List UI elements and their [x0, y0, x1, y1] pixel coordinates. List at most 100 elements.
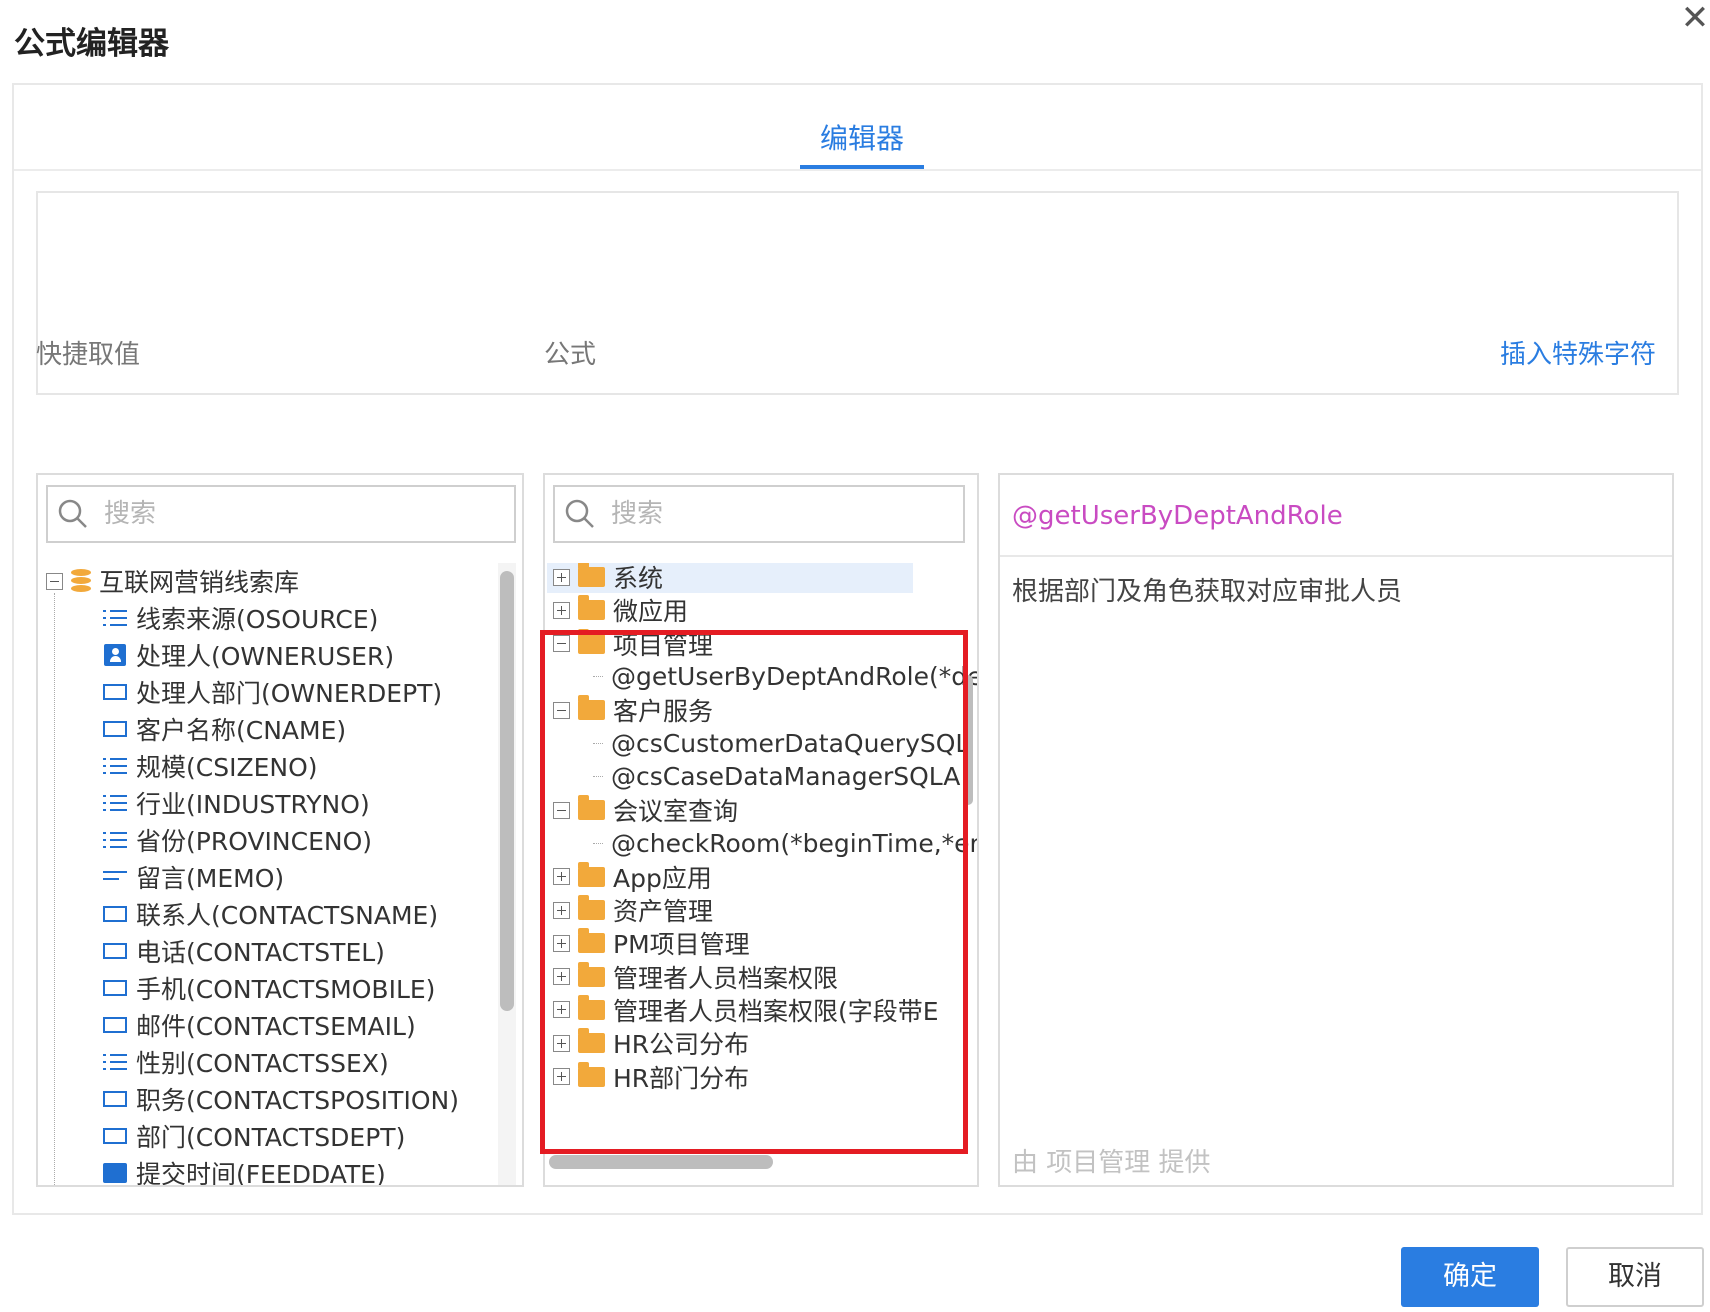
search-icon — [565, 499, 594, 528]
formula-function-label: @checkRoom(*beginTime,*en — [611, 828, 977, 858]
quick-field-item[interactable]: 留言(MEMO) — [102, 859, 284, 895]
formula-category-item[interactable]: PM项目管理 — [553, 925, 750, 961]
list-icon — [102, 793, 128, 813]
formula-label: 公式 — [544, 340, 597, 370]
search-icon — [58, 499, 87, 528]
quick-field-item[interactable]: 部门(CONTACTSDEPT) — [102, 1118, 405, 1154]
formula-category-label: 微应用 — [613, 597, 689, 627]
quick-scrollbar[interactable] — [500, 571, 514, 1011]
close-icon[interactable]: ✕ — [1680, 0, 1710, 36]
text-field-icon — [102, 941, 128, 961]
folder-icon — [578, 861, 605, 887]
formula-category-label: HR部门分布 — [613, 1063, 750, 1093]
text-field-icon — [102, 1126, 128, 1146]
formula-category-item[interactable]: 微应用 — [553, 592, 688, 628]
quick-field-item[interactable]: 处理人部门(OWNERDEPT) — [102, 674, 442, 710]
expand-icon[interactable] — [553, 601, 570, 619]
formula-h-scrollbar[interactable] — [549, 1155, 773, 1169]
formula-category-item[interactable]: App应用 — [553, 859, 712, 895]
quick-field-item[interactable]: 联系人(CONTACTSNAME) — [102, 896, 438, 932]
folder-icon — [578, 695, 605, 721]
list-icon — [102, 756, 128, 776]
quick-field-label: 处理人(OWNERUSER) — [136, 642, 395, 671]
formula-category-item[interactable]: HR部门分布 — [553, 1059, 749, 1095]
quick-field-item[interactable]: 提交时间(FEEDDATE) — [102, 1155, 386, 1185]
collapse-icon[interactable] — [553, 701, 570, 719]
function-description: 根据部门及角色获取对应审批人员 — [1012, 577, 1403, 607]
formula-tree: 系统 微应用 项目管理 @getUserByDeptAndRole(*de 客户服务 @c… — [545, 563, 977, 1185]
expand-icon[interactable] — [553, 1068, 570, 1085]
formula-scrollbar[interactable] — [963, 675, 973, 805]
quick-field-item[interactable]: 邮件(CONTACTSEMAIL) — [102, 1007, 416, 1043]
expand-icon[interactable] — [553, 934, 570, 952]
formula-function-item[interactable]: @checkRoom(*beginTime,*en — [593, 825, 977, 861]
collapse-icon[interactable] — [553, 801, 570, 819]
formula-function-label: @csCaseDataManagerSQLA — [611, 762, 961, 792]
quick-field-label: 邮件(CONTACTSEMAIL) — [136, 1012, 416, 1041]
quick-field-item[interactable]: 性别(CONTACTSSEX) — [102, 1044, 389, 1080]
formula-function-item[interactable]: @csCaseDataManagerSQLA — [593, 759, 960, 795]
tab-editor[interactable]: 编辑器 — [800, 117, 924, 169]
quick-search-input[interactable] — [104, 495, 404, 533]
expand-icon[interactable] — [553, 1001, 570, 1019]
formula-category-label: 项目管理 — [613, 630, 714, 660]
quick-field-label: 职务(CONTACTSPOSITION) — [136, 1086, 459, 1115]
quick-field-item[interactable]: 行业(INDUSTRYNO) — [102, 785, 370, 821]
quick-values-label: 快捷取值 — [36, 340, 141, 370]
formula-function-item[interactable]: @getUserByDeptAndRole(*de — [593, 659, 977, 695]
memo-icon — [102, 867, 128, 887]
quick-field-item[interactable]: 手机(CONTACTSMOBILE) — [102, 970, 435, 1006]
formula-category-item[interactable]: 管理者人员档案权限(字段带E — [553, 992, 939, 1028]
formula-category-item[interactable]: 会议室查询 — [553, 792, 738, 828]
quick-field-item[interactable]: 规模(CSIZENO) — [102, 748, 318, 784]
list-icon — [102, 608, 128, 628]
formula-editor-area[interactable] — [36, 191, 1679, 395]
divider — [1000, 555, 1672, 557]
collapse-icon[interactable] — [46, 572, 63, 590]
text-field-icon — [102, 1089, 128, 1109]
quick-search-box[interactable] — [46, 485, 516, 543]
expand-icon[interactable] — [553, 868, 570, 886]
formula-category-label: HR公司分布 — [613, 1030, 750, 1060]
formula-category-item[interactable]: 资产管理 — [553, 892, 713, 928]
quick-field-item[interactable]: 电话(CONTACTSTEL) — [102, 933, 385, 969]
expand-icon[interactable] — [553, 1034, 570, 1052]
quick-field-label: 客户名称(CNAME) — [136, 716, 347, 745]
formula-category-item[interactable]: 系统 — [553, 563, 663, 595]
formula-category-label: App应用 — [613, 863, 712, 893]
confirm-button[interactable]: 确定 — [1401, 1247, 1539, 1307]
formula-search-input[interactable] — [611, 495, 911, 533]
quick-field-item[interactable]: 省份(PROVINCENO) — [102, 822, 372, 858]
formula-function-label: @csCustomerDataQuerySQL — [611, 729, 970, 758]
quick-field-item[interactable]: 处理人(OWNERUSER) — [102, 637, 394, 673]
formula-category-item[interactable]: 管理者人员档案权限 — [553, 959, 838, 995]
folder-icon — [578, 928, 605, 954]
expand-icon[interactable] — [553, 568, 570, 586]
list-icon — [102, 1052, 128, 1072]
formula-function-label: @getUserByDeptAndRole(*de — [611, 662, 977, 692]
cancel-button[interactable]: 取消 — [1566, 1247, 1704, 1307]
collapse-icon[interactable] — [553, 635, 570, 653]
tree-connector — [593, 676, 603, 678]
formula-function-item[interactable]: @csCustomerDataQuerySQL — [593, 726, 969, 762]
formula-search-box[interactable] — [553, 485, 965, 543]
list-icon — [102, 830, 128, 850]
tree-guide-line — [54, 593, 55, 1185]
formula-category-item[interactable]: HR公司分布 — [553, 1025, 749, 1061]
text-field-icon — [102, 1015, 128, 1035]
quick-field-item[interactable]: 客户名称(CNAME) — [102, 711, 346, 747]
expand-icon[interactable] — [553, 901, 570, 919]
quick-values-tree: 互联网营销线索库线索来源(OSOURCE) 处理人(OWNERUSER) 处理人部门… — [38, 563, 522, 1185]
quick-field-item[interactable]: 线索来源(OSOURCE) — [102, 600, 378, 636]
tree-root-node[interactable]: 互联网营销线索库 — [46, 563, 299, 599]
formula-category-item[interactable]: 项目管理 — [553, 626, 713, 662]
insert-special-char-link[interactable]: 插入特殊字符 — [1500, 334, 1656, 371]
function-detail-panel: @getUserByDeptAndRole 根据部门及角色获取对应审批人员 由 … — [998, 473, 1674, 1187]
formula-category-item[interactable]: 客户服务 — [553, 692, 713, 728]
expand-icon[interactable] — [553, 968, 570, 986]
formula-category-label: 会议室查询 — [613, 797, 739, 827]
folder-icon — [578, 1028, 605, 1054]
quick-field-item[interactable]: 职务(CONTACTSPOSITION) — [102, 1081, 459, 1117]
tree-root-label: 互联网营销线索库 — [99, 568, 300, 597]
tab-bar: 编辑器 — [14, 85, 1701, 171]
